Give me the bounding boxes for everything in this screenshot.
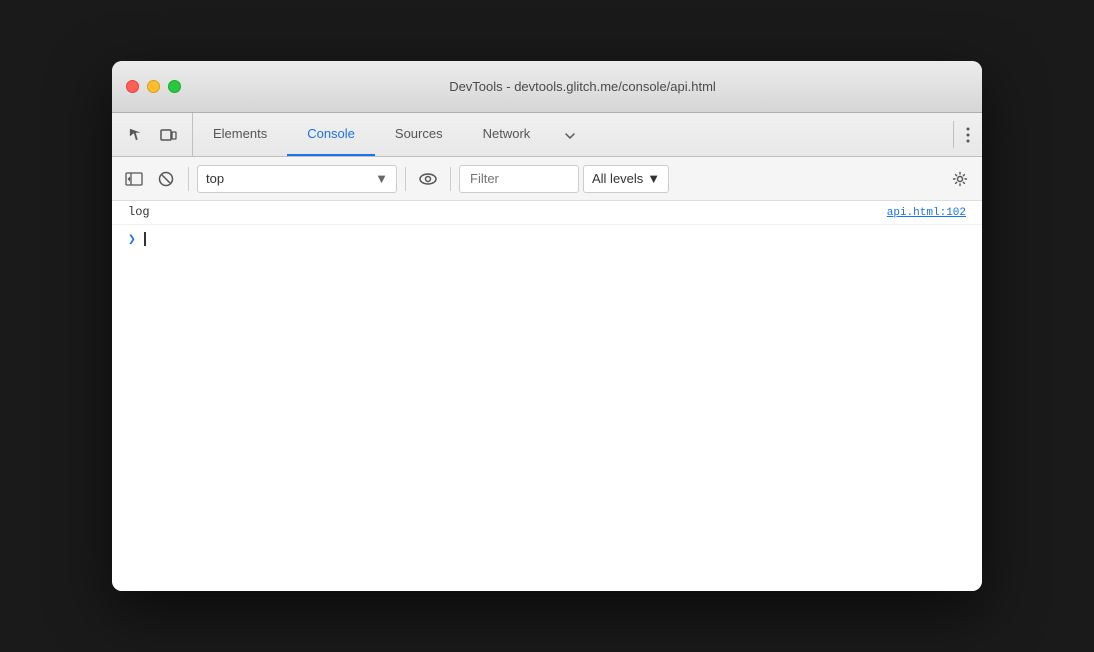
tab-console[interactable]: Console [287, 113, 375, 156]
device-toolbar-icon[interactable] [154, 121, 182, 149]
log-levels-label: All levels [592, 171, 643, 186]
cursor [144, 232, 146, 246]
log-message: log [128, 205, 150, 219]
log-levels-select[interactable]: All levels ▼ [583, 165, 669, 193]
context-value: top [206, 171, 224, 186]
window-title: DevTools - devtools.glitch.me/console/ap… [197, 79, 968, 94]
tab-network[interactable]: Network [463, 113, 551, 156]
close-button[interactable] [126, 80, 139, 93]
toolbar-divider-3 [450, 167, 451, 191]
prompt-icon[interactable]: ❯ [128, 232, 136, 247]
inspect-element-icon[interactable] [122, 121, 150, 149]
chevron-down-icon: ▼ [375, 171, 388, 186]
tab-sources[interactable]: Sources [375, 113, 463, 156]
tab-elements[interactable]: Elements [193, 113, 287, 156]
devtools-window: DevTools - devtools.glitch.me/console/ap… [112, 61, 982, 591]
sidebar-toggle-icon[interactable] [120, 165, 148, 193]
minimize-button[interactable] [147, 80, 160, 93]
log-entry: log api.html:102 [112, 201, 982, 225]
log-source-link[interactable]: api.html:102 [887, 207, 966, 219]
toolbar-divider-1 [188, 167, 189, 191]
console-input[interactable] [144, 232, 146, 246]
traffic-lights [126, 80, 181, 93]
filter-input[interactable] [459, 165, 579, 193]
console-settings-icon[interactable] [946, 165, 974, 193]
maximize-button[interactable] [168, 80, 181, 93]
toolbar-divider-2 [405, 167, 406, 191]
console-input-row[interactable]: ❯ [112, 225, 982, 253]
console-toolbar: top ▼ All levels ▼ [112, 157, 982, 201]
clear-console-icon[interactable] [152, 165, 180, 193]
console-content: log api.html:102 ❯ [112, 201, 982, 591]
tab-bar-left-icons [112, 113, 193, 156]
live-expressions-icon[interactable] [414, 165, 442, 193]
context-selector[interactable]: top ▼ [197, 165, 397, 193]
log-levels-chevron: ▼ [647, 171, 660, 186]
title-bar: DevTools - devtools.glitch.me/console/ap… [112, 61, 982, 113]
tab-list: Elements Console Sources Network [193, 113, 953, 156]
tab-bar: Elements Console Sources Network [112, 113, 982, 157]
tab-more-button[interactable] [550, 113, 590, 156]
tab-overflow-button[interactable] [954, 113, 982, 156]
